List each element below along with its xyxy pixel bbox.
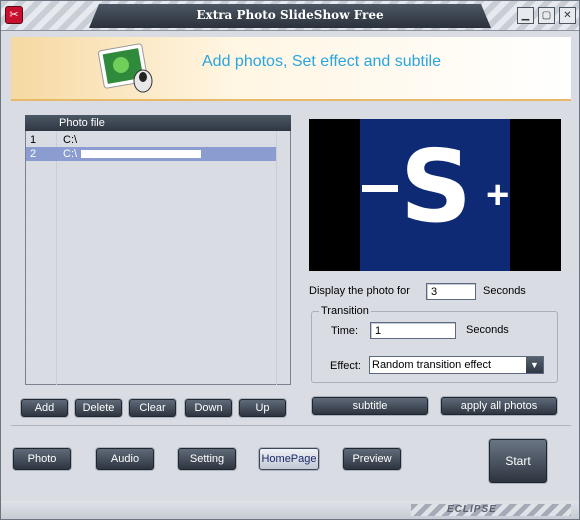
clear-button[interactable]: Clear <box>129 399 176 417</box>
time-label: Time: <box>331 325 359 337</box>
chevron-down-icon[interactable]: ▼ <box>526 357 543 373</box>
subtitle-button[interactable]: subtitle <box>312 397 428 415</box>
close-button[interactable]: ✕ <box>559 7 576 24</box>
apply-all-photos-button[interactable]: apply all photos <box>441 397 557 415</box>
title-bar[interactable]: ✂ Extra Photo SlideShow Free ▁ ▢ ✕ <box>1 1 579 31</box>
column-header-photo-file[interactable]: Photo file <box>59 117 105 129</box>
display-unit: Seconds <box>483 285 526 297</box>
column-divider <box>276 131 277 385</box>
preview-tab-button[interactable]: Preview <box>343 448 401 470</box>
column-divider <box>56 131 57 385</box>
preview-slide: S + <box>360 119 510 271</box>
audio-tab-button[interactable]: Audio <box>96 448 154 470</box>
row-path: C:\ <box>63 148 202 160</box>
display-label: Display the photo for <box>309 285 410 297</box>
transition-group-title: Transition <box>319 305 371 317</box>
effect-value: Random transition effect <box>372 359 492 371</box>
effect-select[interactable]: Random transition effect ▼ <box>369 356 544 374</box>
divider <box>11 425 571 426</box>
list-row[interactable]: 1 C:\ <box>26 133 276 147</box>
start-button[interactable]: Start <box>489 439 547 483</box>
display-seconds-input[interactable]: 3 <box>426 283 476 300</box>
photo-list[interactable] <box>25 131 291 385</box>
header-subtitle: Add photos, Set effect and subtile <box>202 53 441 70</box>
list-header: Photo file <box>25 115 291 131</box>
minimize-button[interactable]: ▁ <box>517 7 534 24</box>
preview-plus-mark: + <box>486 173 510 217</box>
photo-tab-button[interactable]: Photo <box>13 448 71 470</box>
homepage-tab-button[interactable]: HomePage <box>259 448 319 470</box>
preview-minus-mark <box>362 185 398 192</box>
row-path: C:\ <box>63 134 78 146</box>
title-plate: Extra Photo SlideShow Free <box>89 4 491 28</box>
photo-preview: S + <box>309 119 561 271</box>
time-unit: Seconds <box>466 324 509 336</box>
row-number: 2 <box>30 148 37 160</box>
redacted-text <box>81 150 202 159</box>
transition-time-input[interactable]: 1 <box>370 322 456 339</box>
brand-logo: ECLIPSE <box>447 504 497 515</box>
effect-label: Effect: <box>330 360 361 372</box>
list-row-selected[interactable]: 2 C:\ <box>26 147 276 161</box>
down-button[interactable]: Down <box>185 399 232 417</box>
maximize-button[interactable]: ▢ <box>538 7 555 24</box>
setting-tab-button[interactable]: Setting <box>178 448 236 470</box>
up-button[interactable]: Up <box>239 399 286 417</box>
app-window: ✂ Extra Photo SlideShow Free ▁ ▢ ✕ Add p… <box>0 0 580 520</box>
add-button[interactable]: Add <box>21 399 68 417</box>
window-title: Extra Photo SlideShow Free <box>196 8 384 22</box>
delete-button[interactable]: Delete <box>75 399 122 417</box>
photo-logo-icon <box>98 43 153 93</box>
preview-letter: S <box>400 128 473 245</box>
app-icon[interactable]: ✂ <box>5 6 23 24</box>
row-number: 1 <box>30 134 37 146</box>
